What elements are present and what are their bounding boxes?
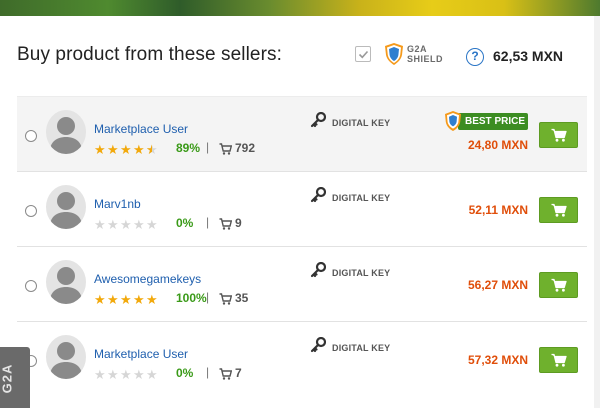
product-type-label: DIGITAL KEY	[332, 193, 391, 203]
default-user-avatar-icon	[46, 260, 86, 304]
default-user-avatar-icon	[46, 185, 86, 229]
rating-star-icon: ★	[133, 292, 145, 307]
rating-star-icon: ★	[146, 292, 158, 307]
sellers-header: Buy product from these sellers: G2A SHIE…	[17, 30, 590, 80]
rating-separator: |	[206, 365, 210, 379]
star-rating: ★★★★★	[94, 141, 160, 158]
product-type-label: DIGITAL KEY	[332, 343, 391, 353]
sales-count: 35	[235, 291, 249, 305]
star-rating: ★★★★★	[94, 291, 160, 307]
add-to-cart-button[interactable]	[539, 347, 578, 373]
positive-feedback-percent: 89%	[176, 141, 201, 155]
rating-star-icon: ★	[94, 217, 106, 232]
seller-price: 52,11 MXN	[468, 203, 528, 217]
seller-radio[interactable]	[25, 280, 37, 292]
best-price-label: BEST PRICE	[458, 113, 528, 130]
key-icon	[310, 261, 327, 283]
shield-wordmark-line1: G2A	[407, 44, 428, 54]
seller-name-link[interactable]: Marv1nb	[94, 197, 141, 211]
sales-count: 792	[235, 141, 256, 155]
product-banner	[0, 0, 600, 16]
seller-price: 56,27 MXN	[467, 278, 528, 292]
seller-name-link[interactable]: Marketplace User	[94, 122, 188, 136]
product-type-label: DIGITAL KEY	[332, 268, 391, 278]
default-user-avatar-icon	[46, 335, 86, 379]
g2a-shield-logo: G2A SHIELD	[384, 42, 456, 68]
rating-star-icon: ★	[146, 217, 158, 232]
g2a-side-tab[interactable]: G2A	[0, 347, 30, 408]
rating-star-icon: ★	[107, 367, 119, 382]
positive-feedback-percent: 0%	[176, 366, 194, 380]
add-to-cart-button[interactable]	[539, 122, 578, 148]
shield-price: 62,53 MXN	[493, 48, 564, 64]
g2a-shield-wordmark: G2A SHIELD	[407, 44, 443, 64]
seller-name-link[interactable]: Marketplace User	[94, 347, 188, 361]
sales-cart-icon	[219, 292, 233, 310]
sales-count: 9	[235, 216, 242, 230]
sales-count: 7	[235, 366, 242, 380]
rating-star-icon: ★	[120, 142, 132, 157]
rating-star-icon: ★	[146, 367, 158, 382]
star-rating: ★★★★★	[94, 366, 160, 382]
sales-cart-icon	[219, 367, 233, 385]
key-icon	[310, 336, 327, 358]
rating-star-icon: ★	[133, 217, 145, 232]
g2a-side-tab-label: G2A	[0, 363, 15, 394]
rating-star-icon: ★	[133, 367, 145, 382]
page-title: Buy product from these sellers:	[17, 44, 282, 65]
seller-price: 24,80 MXN	[467, 138, 528, 152]
panel-edge	[594, 16, 600, 408]
seller-row[interactable]: Marv1nb ★ ★ ★ ★ ★ 0% | 9 DIGITAL KEY 52,11 MXN	[17, 171, 587, 246]
question-circle-icon[interactable]: ?	[466, 48, 484, 66]
add-to-cart-button[interactable]	[539, 197, 578, 223]
star-rating: ★★★★★	[94, 216, 160, 232]
g2a-shield-checkbox[interactable]	[355, 46, 371, 62]
rating-star-icon: ★	[94, 142, 106, 157]
default-user-avatar-icon	[46, 110, 86, 154]
seller-list: Marketplace User★★★★★89%|792DIGITAL KEYB…	[17, 96, 587, 396]
positive-feedback-percent: 100%	[176, 291, 207, 305]
g2a-shield-icon	[444, 110, 462, 137]
positive-feedback-percent: 0%	[176, 216, 194, 230]
seller-name-link[interactable]: Awesomegamekeys	[94, 272, 201, 286]
seller-row[interactable]: Marketplace User ★ ★ ★ ★ ★ 0% | 7 DIGITAL KEY 57,3…	[17, 321, 587, 396]
rating-star-icon: ★	[120, 292, 132, 307]
rating-separator: |	[206, 290, 210, 304]
rating-star-icon: ★	[146, 143, 159, 158]
key-icon	[310, 186, 327, 208]
rating-star-icon: ★	[107, 142, 119, 157]
checkmark-icon	[358, 50, 369, 59]
add-to-cart-button[interactable]	[539, 272, 578, 298]
rating-star-icon: ★	[94, 367, 106, 382]
g2a-shield-icon	[385, 43, 403, 65]
rating-star-icon: ★	[120, 217, 132, 232]
sales-cart-icon	[219, 217, 233, 235]
rating-star-icon: ★	[133, 142, 145, 157]
seller-radio[interactable]	[25, 130, 37, 142]
seller-radio[interactable]	[25, 205, 37, 217]
sales-cart-icon	[219, 142, 233, 160]
product-type-label: DIGITAL KEY	[332, 118, 391, 128]
rating-star-icon: ★	[120, 367, 132, 382]
seller-row[interactable]: Awesomegamekeys ★ ★ ★ ★ ★ 100% | 35 DIGITAL KEY 56…	[17, 246, 587, 321]
key-icon	[310, 111, 327, 133]
rating-separator: |	[206, 140, 210, 154]
rating-star-icon: ★	[107, 217, 119, 232]
seller-price: 57,32 MXN	[467, 353, 528, 367]
shield-wordmark-line2: SHIELD	[407, 54, 444, 64]
rating-separator: |	[206, 215, 210, 229]
rating-star-icon: ★	[94, 292, 106, 307]
seller-row[interactable]: Marketplace User★★★★★89%|792DIGITAL KEYB…	[17, 96, 587, 171]
best-price-badge: BEST PRICE	[444, 111, 528, 131]
rating-star-icon: ★	[107, 292, 119, 307]
